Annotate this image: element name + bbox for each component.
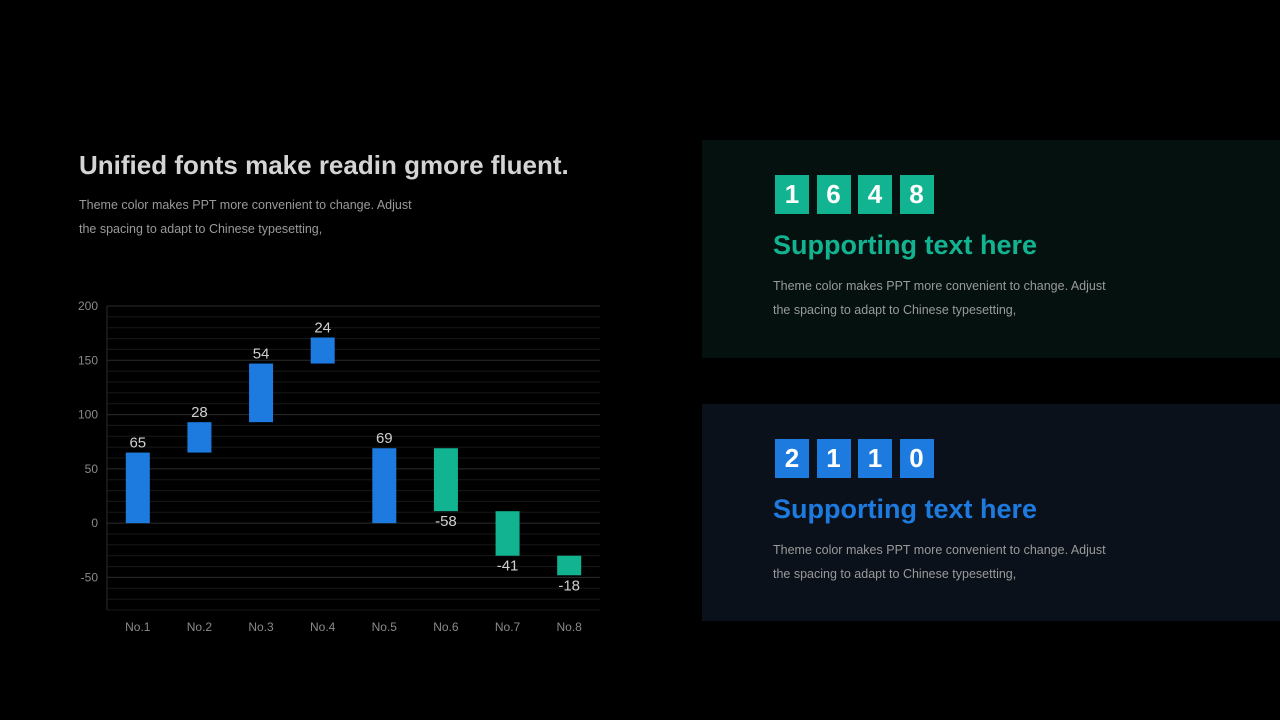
data-label: 28 (191, 404, 208, 421)
chart-bar (125, 452, 150, 524)
chart-bar (249, 363, 274, 423)
digit-box: 4 (858, 175, 892, 214)
data-label: -41 (497, 558, 519, 575)
stat-card-2-text: Theme color makes PPT more convenient to… (773, 538, 1106, 586)
data-label: -58 (435, 513, 457, 530)
y-tick-label: 200 (78, 299, 98, 313)
chart-bar (310, 337, 335, 364)
stat-card-2-digits: 2 1 1 0 (775, 439, 941, 478)
intro-text-line-1: Theme color makes PPT more convenient to… (79, 198, 412, 212)
stat-card-1-digits: 1 6 4 8 (775, 175, 941, 214)
stat-card-2-text-line-1: Theme color makes PPT more convenient to… (773, 543, 1106, 557)
y-tick-label: 0 (91, 516, 98, 530)
x-tick-label: No.5 (372, 620, 398, 634)
chart-bar (372, 448, 397, 524)
waterfall-chart: 200 150 100 50 0 -50 No.1 No.2 No.3 No.4 No.5 No.6 N… (78, 299, 600, 634)
chart-bar (187, 422, 212, 453)
data-label: 69 (376, 430, 393, 447)
x-tick-label: No.4 (310, 620, 336, 634)
digit-box: 2 (775, 439, 809, 478)
digit-box: 1 (858, 439, 892, 478)
digit-box: 0 (899, 439, 934, 478)
intro-text-line-2: the spacing to adapt to Chinese typesett… (79, 222, 323, 236)
stat-card-1-text-line-2: the spacing to adapt to Chinese typesett… (773, 303, 1017, 317)
chart-gridlines (107, 305, 600, 611)
stat-card-1: 1 6 4 8 Supporting text here Theme color… (702, 140, 1280, 358)
stat-card-2-text-line-2: the spacing to adapt to Chinese typesett… (773, 567, 1017, 581)
data-label: 24 (314, 319, 331, 336)
chart-bar (433, 448, 458, 512)
data-label: 54 (253, 346, 270, 363)
x-tick-label: No.1 (125, 620, 151, 634)
x-tick-label: No.7 (495, 620, 521, 634)
stat-card-1-text: Theme color makes PPT more convenient to… (773, 274, 1106, 322)
y-tick-label: 50 (85, 462, 99, 476)
digit-box: 6 (816, 175, 851, 214)
y-tick-label: 100 (78, 408, 98, 422)
x-tick-label: No.6 (433, 620, 459, 634)
stat-card-1-heading: Supporting text here (773, 230, 1038, 260)
digit-box: 1 (775, 175, 809, 214)
x-tick-label: No.8 (557, 620, 583, 634)
digit-box: 8 (899, 175, 934, 214)
data-label: -18 (558, 577, 580, 594)
digit-box: 1 (816, 439, 851, 478)
chart-bars (125, 337, 582, 576)
x-tick-label: No.3 (248, 620, 274, 634)
stat-card-2-heading: Supporting text here (773, 494, 1038, 524)
stat-card-1-text-line-1: Theme color makes PPT more convenient to… (773, 279, 1106, 293)
y-tick-label: -50 (81, 570, 99, 584)
data-label: 65 (129, 435, 146, 452)
stat-card-2: 2 1 1 0 Supporting text here Theme color… (702, 404, 1280, 621)
page-title: Unified fonts make readin gmore fluent. (79, 150, 569, 180)
chart-bar (495, 511, 520, 556)
x-tick-label: No.2 (187, 620, 213, 634)
y-tick-label: 150 (78, 353, 98, 367)
intro-text: Theme color makes PPT more convenient to… (79, 193, 412, 241)
chart-bar (557, 555, 582, 576)
